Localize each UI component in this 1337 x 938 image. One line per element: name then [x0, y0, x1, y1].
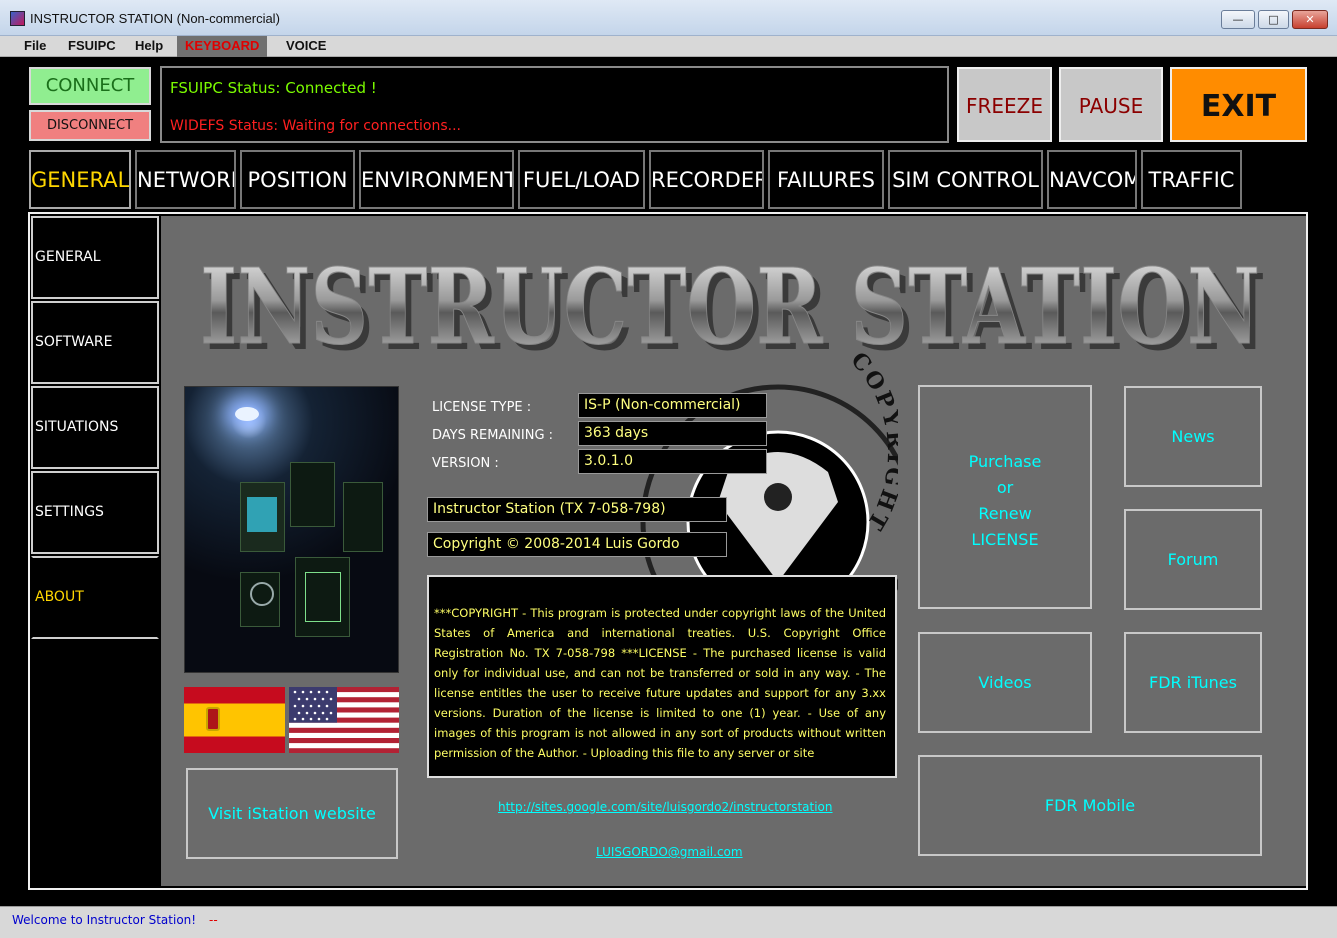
- purchase-line-2: or: [996, 478, 1014, 497]
- copyright-notice-text: ***COPYRIGHT - This program is protected…: [434, 606, 886, 760]
- sidebar-item-settings[interactable]: SETTINGS: [31, 471, 159, 554]
- registration-text: Instructor Station (TX 7-058-798): [427, 497, 727, 522]
- us-flag-icon[interactable]: [289, 687, 399, 753]
- email-link[interactable]: LUISGORDO@gmail.com: [596, 845, 743, 859]
- copyright-text: Copyright © 2008-2014 Luis Gordo: [427, 532, 727, 557]
- freeze-button[interactable]: FREEZE: [957, 67, 1052, 142]
- forum-button[interactable]: Forum: [1124, 509, 1262, 610]
- tab-navcom[interactable]: NAVCOM: [1047, 150, 1137, 209]
- tab-position[interactable]: POSITION: [240, 150, 355, 209]
- tab-general[interactable]: GENERAL: [29, 150, 131, 209]
- instructor-station-logo: INSTRUCTOR STATION INSTRUCTOR STATION: [200, 245, 1266, 357]
- license-type-value: IS-P (Non-commercial): [578, 393, 767, 418]
- tab-fuel-load[interactable]: FUEL/LOAD: [518, 150, 645, 209]
- pause-button[interactable]: PAUSE: [1059, 67, 1163, 142]
- news-button[interactable]: News: [1124, 386, 1262, 487]
- tab-traffic[interactable]: TRAFFIC: [1141, 150, 1242, 209]
- license-type-label: LICENSE TYPE :: [432, 400, 532, 415]
- sidebar-item-general[interactable]: GENERAL: [31, 216, 159, 299]
- fdr-mobile-button[interactable]: FDR Mobile: [918, 755, 1262, 856]
- logo-text: INSTRUCTOR STATION: [200, 245, 1260, 356]
- days-remaining-label: DAYS REMAINING :: [432, 428, 554, 443]
- purchase-line-3: Renew: [978, 504, 1032, 523]
- purchase-license-button[interactable]: Purchase or Renew LICENSE: [918, 385, 1092, 609]
- menu-fsuipc[interactable]: FSUIPC: [60, 36, 124, 57]
- menu-help[interactable]: Help: [127, 36, 171, 57]
- purchase-line-4: LICENSE: [971, 530, 1039, 549]
- connection-status-panel: FSUIPC Status: Connected ! WIDEFS Status…: [160, 66, 949, 143]
- copyright-notice-box[interactable]: ***COPYRIGHT - This program is protected…: [427, 575, 897, 778]
- status-indicator: --: [209, 913, 218, 927]
- spanish-flag-icon[interactable]: [184, 687, 285, 753]
- tab-network[interactable]: NETWORK: [135, 150, 236, 209]
- sidebar-item-software[interactable]: SOFTWARE: [31, 301, 159, 384]
- fdr-itunes-button[interactable]: FDR iTunes: [1124, 632, 1262, 733]
- connect-button[interactable]: CONNECT: [29, 67, 151, 105]
- tab-environment[interactable]: ENVIRONMENT: [359, 150, 514, 209]
- disconnect-button[interactable]: DISCONNECT: [29, 110, 151, 141]
- purchase-line-1: Purchase: [968, 452, 1042, 471]
- minimize-button[interactable]: —: [1221, 10, 1255, 29]
- app-icon: [10, 11, 25, 26]
- website-link[interactable]: http://sites.google.com/site/luisgordo2/…: [498, 800, 833, 814]
- copyright-seal-icon: STATES · COPYRIGHT: [640, 352, 898, 602]
- menu-file[interactable]: File: [16, 36, 54, 57]
- exit-button[interactable]: EXIT: [1170, 67, 1307, 142]
- version-label: VERSION :: [432, 456, 499, 471]
- tab-sim-control[interactable]: SIM CONTROL: [888, 150, 1043, 209]
- menu-bar: File FSUIPC Help KEYBOARD VOICE: [0, 36, 1337, 57]
- menu-keyboard[interactable]: KEYBOARD: [177, 36, 268, 57]
- tab-recorder[interactable]: RECORDER: [649, 150, 764, 209]
- days-remaining-value: 363 days: [578, 421, 767, 446]
- title-bar: INSTRUCTOR STATION (Non-commercial) — □ …: [0, 0, 1337, 36]
- status-bar: Welcome to Instructor Station! --: [0, 906, 1337, 938]
- visit-website-button[interactable]: Visit iStation website: [186, 768, 398, 859]
- cockpit-photo: [184, 386, 399, 673]
- version-value: 3.0.1.0: [578, 449, 767, 474]
- welcome-message: Welcome to Instructor Station!: [12, 913, 197, 927]
- sidebar-item-about[interactable]: ABOUT: [31, 556, 159, 639]
- maximize-button[interactable]: □: [1258, 10, 1289, 29]
- fsuipc-status: FSUIPC Status: Connected !: [170, 79, 377, 97]
- tab-failures[interactable]: FAILURES: [768, 150, 884, 209]
- window-title: INSTRUCTOR STATION (Non-commercial): [30, 11, 280, 26]
- sidebar-item-situations[interactable]: SITUATIONS: [31, 386, 159, 469]
- close-button[interactable]: ✕: [1292, 10, 1328, 29]
- videos-button[interactable]: Videos: [918, 632, 1092, 733]
- menu-voice[interactable]: VOICE: [278, 36, 334, 57]
- widefs-status: WIDEFS Status: Waiting for connections..…: [170, 118, 462, 134]
